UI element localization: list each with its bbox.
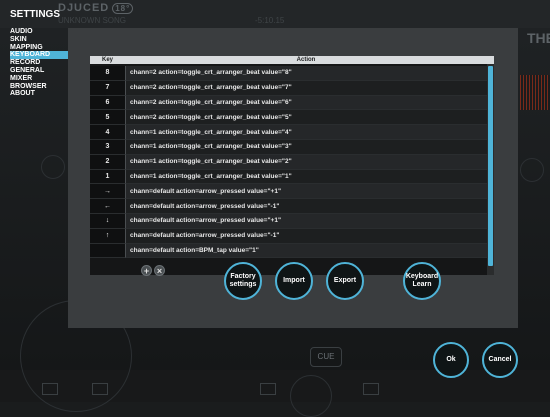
- bg-knob: [520, 158, 544, 182]
- plus-icon: +: [143, 266, 150, 276]
- action-cell[interactable]: chann=default action=arrow_pressed value…: [125, 214, 487, 229]
- action-cell[interactable]: chann=1 action=toggle_crt_arranger_beat …: [125, 169, 487, 185]
- table-row[interactable]: 6 chann=2 action=toggle_crt_arranger_beat…: [90, 95, 487, 111]
- key-cell[interactable]: ↑: [90, 228, 125, 244]
- key-cell[interactable]: 8: [90, 66, 125, 81]
- add-mapping-button[interactable]: +: [141, 265, 152, 276]
- table-row[interactable]: 5 chann=2 action=toggle_crt_arranger_beat…: [90, 110, 487, 126]
- action-cell[interactable]: chann=default action=arrow_pressed value…: [125, 228, 487, 244]
- action-cell[interactable]: chann=2 action=toggle_crt_arranger_beat …: [125, 110, 487, 126]
- keyboard-mapping-table: Key Action 8 chann=2 action=toggle_crt_ar…: [90, 56, 494, 275]
- key-cell[interactable]: 6: [90, 95, 125, 111]
- close-icon: ×: [156, 266, 163, 276]
- menu-item-mixer[interactable]: MIXER: [10, 75, 68, 83]
- factory-settings-button[interactable]: Factory settings: [224, 262, 262, 300]
- ok-label: Ok: [446, 356, 456, 363]
- key-cell[interactable]: ↓: [90, 214, 125, 229]
- deck-right-track-title: THE: [527, 30, 550, 46]
- export-button[interactable]: Export: [326, 262, 364, 300]
- key-cell[interactable]: 2: [90, 154, 125, 170]
- table-row[interactable]: 8 chann=2 action=toggle_crt_arranger_beat…: [90, 66, 487, 81]
- key-cell[interactable]: 5: [90, 110, 125, 126]
- action-cell[interactable]: chann=2 action=toggle_crt_arranger_beat …: [125, 95, 487, 111]
- remove-mapping-button[interactable]: ×: [154, 265, 165, 276]
- cancel-label: Cancel: [488, 356, 512, 363]
- bg-control-icon: [92, 383, 108, 395]
- cue-button-bg: CUE: [310, 347, 342, 367]
- scrollbar-thumb[interactable]: [488, 66, 493, 266]
- menu-item-browser[interactable]: BROWSER: [10, 83, 68, 91]
- table-row[interactable]: 2 chann=1 action=toggle_crt_arranger_beat…: [90, 154, 487, 170]
- waveform-display: [520, 75, 550, 110]
- column-header-key[interactable]: Key: [90, 56, 125, 64]
- ok-button[interactable]: Ok: [433, 342, 469, 378]
- menu-item-audio[interactable]: AUDIO: [10, 28, 68, 36]
- menu-item-general[interactable]: GENERAL: [10, 67, 68, 75]
- action-cell[interactable]: chann=2 action=toggle_crt_arranger_beat …: [125, 80, 487, 96]
- menu-item-skin[interactable]: SKIN: [10, 36, 68, 44]
- factory-settings-label: Factory settings: [229, 273, 257, 288]
- deck-time-display: -5:10.15: [255, 16, 285, 25]
- settings-menu: AUDIO SKIN MAPPING KEYBOARD RECORD GENER…: [10, 28, 68, 98]
- action-cell[interactable]: chann=default action=BPM_tap value="1": [125, 243, 487, 259]
- table-row[interactable]: 1 chann=1 action=toggle_crt_arranger_beat…: [90, 169, 487, 185]
- key-cell[interactable]: 7: [90, 80, 125, 96]
- menu-item-keyboard[interactable]: KEYBOARD: [10, 51, 68, 60]
- export-label: Export: [333, 277, 357, 284]
- column-header-action[interactable]: Action: [125, 56, 487, 64]
- table-row[interactable]: ↑ chann=default action=arrow_pressed valu…: [90, 228, 487, 244]
- key-cell[interactable]: [90, 243, 125, 259]
- table-row[interactable]: → chann=default action=arrow_pressed valu…: [90, 184, 487, 200]
- import-label: Import: [283, 277, 305, 284]
- key-cell[interactable]: →: [90, 184, 125, 200]
- key-cell[interactable]: ←: [90, 199, 125, 214]
- app-brand-logo: DJUCED 18°: [58, 2, 134, 14]
- settings-title: SETTINGS: [10, 9, 61, 20]
- menu-item-about[interactable]: ABOUT: [10, 90, 68, 98]
- table-row[interactable]: 7 chann=2 action=toggle_crt_arranger_beat…: [90, 80, 487, 96]
- bg-knob: [41, 155, 65, 179]
- table-row[interactable]: 3 chann=1 action=toggle_crt_arranger_beat…: [90, 140, 487, 155]
- key-cell[interactable]: 1: [90, 169, 125, 185]
- table-row[interactable]: ← chann=default action=arrow_pressed valu…: [90, 199, 487, 214]
- action-cell[interactable]: chann=default action=arrow_pressed value…: [125, 184, 487, 200]
- menu-item-mapping[interactable]: MAPPING: [10, 44, 68, 52]
- keyboard-settings-panel: Key Action 8 chann=2 action=toggle_crt_ar…: [68, 28, 518, 328]
- menu-item-record[interactable]: RECORD: [10, 59, 68, 67]
- keyboard-learn-label: Keyboard Learn: [405, 273, 439, 288]
- table-row[interactable]: 4 chann=1 action=toggle_crt_arranger_beat…: [90, 125, 487, 140]
- action-cell[interactable]: chann=1 action=toggle_crt_arranger_beat …: [125, 154, 487, 170]
- action-cell[interactable]: chann=2 action=toggle_crt_arranger_beat …: [125, 66, 487, 81]
- table-row[interactable]: ↓ chann=default action=arrow_pressed valu…: [90, 214, 487, 229]
- bg-control-icon: [363, 383, 379, 395]
- bg-control-icon: [42, 383, 58, 395]
- action-cell[interactable]: chann=default action=arrow_pressed value…: [125, 199, 487, 214]
- key-cell[interactable]: 4: [90, 125, 125, 140]
- action-cell[interactable]: chann=1 action=toggle_crt_arranger_beat …: [125, 140, 487, 155]
- import-button[interactable]: Import: [275, 262, 313, 300]
- keyboard-learn-button[interactable]: Keyboard Learn: [403, 262, 441, 300]
- cancel-button[interactable]: Cancel: [482, 342, 518, 378]
- key-cell[interactable]: 3: [90, 140, 125, 155]
- bg-control-icon: [260, 383, 276, 395]
- play-button-bg: [290, 375, 332, 417]
- table-header: Key Action: [90, 56, 494, 64]
- table-scrollbar[interactable]: [487, 64, 494, 275]
- table-row[interactable]: chann=default action=BPM_tap value="1": [90, 243, 487, 259]
- deck-track-title: UNKNOWN SONG: [58, 16, 126, 25]
- action-cell[interactable]: chann=1 action=toggle_crt_arranger_beat …: [125, 125, 487, 140]
